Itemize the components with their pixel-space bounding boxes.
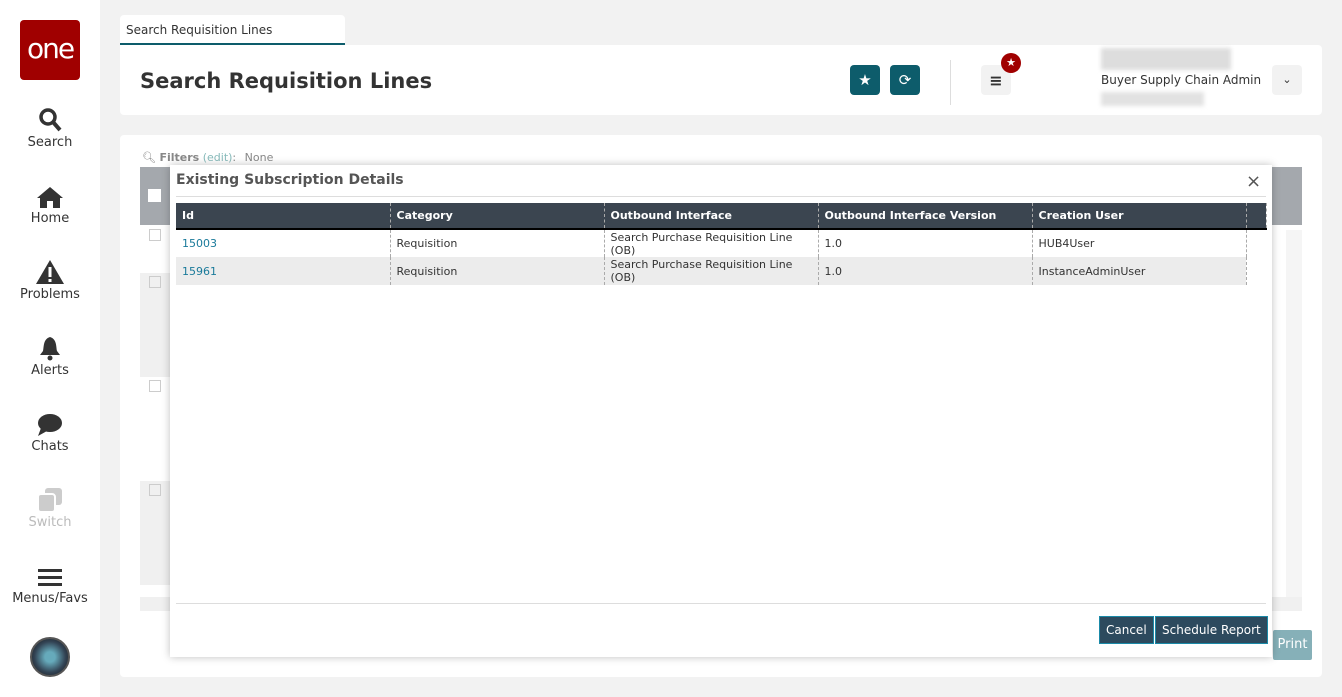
row-checkbox[interactable] (149, 380, 161, 392)
id-link[interactable]: 15003 (182, 237, 217, 250)
category-cell: Requisition (390, 229, 605, 257)
column-header-outbound-interface[interactable]: Outbound Interface (604, 203, 819, 230)
subscription-table: Id Category Outbound Interface Outbound … (176, 203, 1267, 285)
user-role: Buyer Supply Chain Admin (1101, 73, 1262, 87)
nav-label: Menus/Favs (12, 591, 88, 606)
version-cell: 1.0 (818, 257, 1033, 285)
user-org-blurred (1101, 92, 1204, 106)
nav-label: Problems (20, 287, 80, 302)
table-row: 15961 Requisition Search Purchase Requis… (176, 257, 1266, 285)
close-icon[interactable]: × (1246, 171, 1261, 192)
nav-search[interactable]: Search (0, 105, 100, 150)
column-header-id[interactable]: Id (176, 203, 391, 230)
vertical-scrollbar[interactable] (1286, 230, 1302, 597)
spacer-cell (1246, 257, 1266, 285)
tab-search-requisition-lines[interactable]: Search Requisition Lines (120, 15, 345, 45)
row-checkbox[interactable] (149, 484, 161, 496)
chevron-down-icon: ⌄ (1282, 73, 1292, 86)
page-title: Search Requisition Lines (140, 69, 433, 93)
interface-cell: Search Purchase Requisition Line (OB) (604, 229, 819, 257)
search-icon: 🔍︎ (142, 151, 156, 164)
filters-bar: 🔍︎ Filters (edit): None (142, 151, 273, 164)
version-cell: 1.0 (818, 229, 1033, 257)
sidebar: one Search Home Problems Alerts Chats Sw… (0, 0, 100, 697)
nav-menus-favs[interactable]: Menus/Favs (0, 561, 100, 606)
user-avatar[interactable] (30, 637, 70, 677)
nav-label: Alerts (31, 363, 69, 378)
nav-alerts[interactable]: Alerts (0, 333, 100, 378)
chat-icon (0, 409, 100, 437)
divider (950, 60, 951, 105)
divider (176, 196, 1266, 197)
interface-cell: Search Purchase Requisition Line (OB) (604, 257, 819, 285)
table-row: 15003 Requisition Search Purchase Requis… (176, 229, 1266, 257)
category-cell: Requisition (390, 257, 605, 285)
nav-label: Search (27, 135, 73, 150)
app-logo[interactable]: one (20, 20, 80, 80)
nav-problems[interactable]: Problems (0, 257, 100, 302)
page-header: Search Requisition Lines ★ ⟳ ≡ ★ Buyer S… (120, 45, 1322, 115)
schedule-report-button[interactable]: Schedule Report (1155, 616, 1268, 644)
divider (176, 603, 1266, 604)
nav-chats[interactable]: Chats (0, 409, 100, 454)
user-name-blurred (1101, 48, 1231, 70)
column-header-spacer (1246, 203, 1267, 230)
switch-icon (0, 485, 100, 513)
filters-value: None (244, 151, 274, 164)
menu-icon: ≡ (989, 70, 1003, 90)
grid-row-bg (140, 481, 170, 585)
column-header-creation-user[interactable]: Creation User (1032, 203, 1247, 230)
star-icon: ★ (858, 71, 872, 89)
select-all-checkbox[interactable] (148, 189, 161, 202)
grid-row-bg (140, 273, 170, 377)
dialog-title: Existing Subscription Details (176, 172, 404, 188)
user-cell: HUB4User (1032, 229, 1247, 257)
print-button[interactable]: Print (1273, 630, 1312, 660)
filters-colon: : (232, 151, 237, 164)
table-header-row: Id Category Outbound Interface Outbound … (176, 203, 1267, 230)
nav-label: Switch (28, 515, 72, 530)
bell-icon (0, 333, 100, 361)
subscription-details-dialog: Existing Subscription Details × Id Categ… (170, 165, 1272, 657)
refresh-icon: ⟳ (898, 71, 912, 89)
user-menu-dropdown[interactable]: ⌄ (1272, 65, 1302, 95)
warning-icon (0, 257, 100, 285)
nav-label: Home (30, 211, 70, 226)
nav-label: Chats (31, 439, 69, 454)
row-checkbox[interactable] (149, 229, 161, 241)
spacer-cell (1246, 229, 1266, 257)
filters-edit-link[interactable]: (edit) (203, 151, 233, 164)
star-badge-icon: ★ (1001, 53, 1021, 73)
column-header-category[interactable]: Category (390, 203, 605, 230)
refresh-button[interactable]: ⟳ (890, 65, 920, 95)
nav-switch: Switch (0, 485, 100, 530)
row-checkbox[interactable] (149, 276, 161, 288)
filters-label: Filters (159, 151, 200, 164)
favorite-button[interactable]: ★ (850, 65, 880, 95)
id-link[interactable]: 15961 (182, 265, 217, 278)
home-icon (0, 181, 100, 209)
user-cell: InstanceAdminUser (1032, 257, 1247, 285)
search-icon (0, 105, 100, 133)
nav-home[interactable]: Home (0, 181, 100, 226)
column-header-version[interactable]: Outbound Interface Version (818, 203, 1033, 230)
menu-icon (0, 561, 100, 589)
cancel-button[interactable]: Cancel (1099, 616, 1154, 644)
